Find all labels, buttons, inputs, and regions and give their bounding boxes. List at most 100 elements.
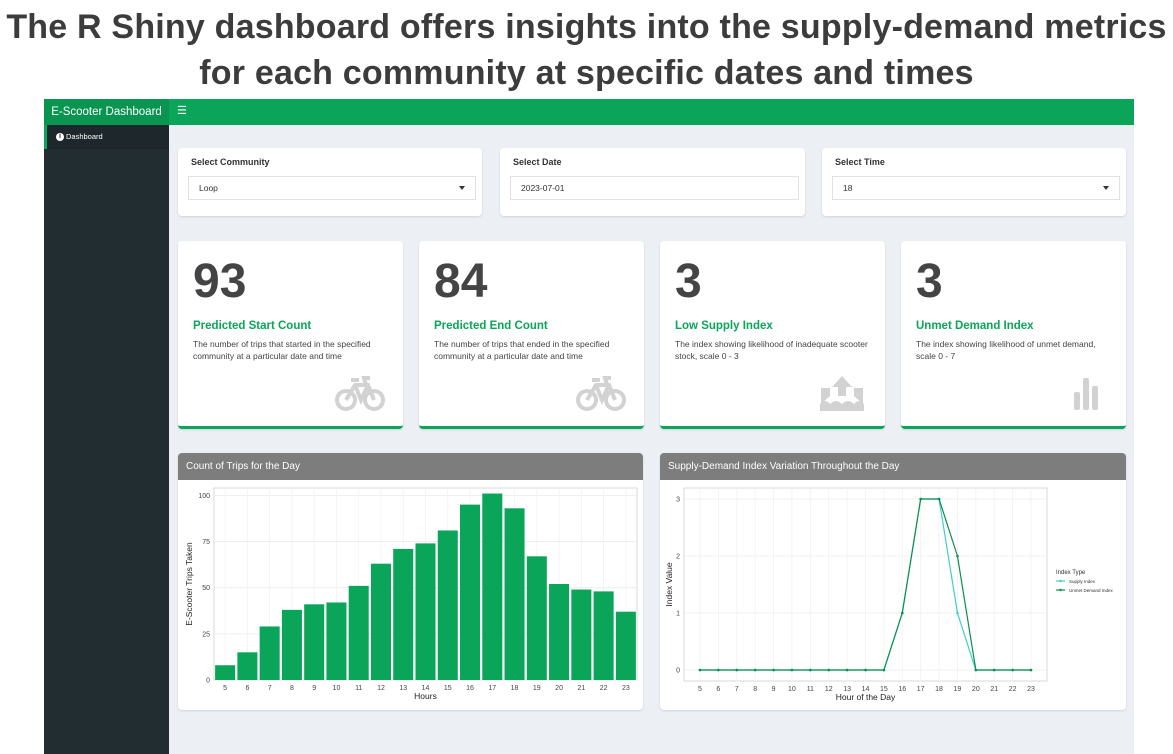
bar — [215, 665, 236, 680]
x-tick-label: 19 — [954, 686, 962, 693]
value-box-title: Unmet Demand Index — [916, 320, 1034, 332]
data-point — [882, 668, 886, 672]
time-value: 18 — [843, 183, 853, 193]
data-point — [992, 668, 996, 672]
y-tick-label: 2 — [676, 554, 680, 561]
x-tick-label: 22 — [1009, 686, 1017, 693]
bar — [571, 589, 592, 680]
y-tick-label: 0 — [206, 678, 210, 685]
x-tick-label: 6 — [245, 685, 249, 692]
y-tick-label: 3 — [676, 497, 680, 504]
date-label: Select Date — [513, 157, 562, 167]
panel-title: Supply-Demand Index Variation Throughout… — [660, 453, 1126, 480]
dashboard-app: E-Scooter Dashboard ☰ i Dashboard Select… — [44, 99, 1134, 754]
top-navbar: E-Scooter Dashboard ☰ — [44, 99, 1134, 125]
bar — [526, 556, 547, 680]
sidebar: i Dashboard — [44, 125, 169, 754]
chevron-down-icon — [459, 186, 465, 190]
index-chart-panel: Supply-Demand Index Variation Throughout… — [660, 453, 1126, 710]
value-box-number: 3 — [675, 255, 702, 308]
x-tick-label: 19 — [533, 685, 541, 692]
value-box-low-supply: 3 Low Supply Index The index showing lik… — [660, 241, 885, 429]
x-axis-label: Hour of the Day — [836, 692, 896, 702]
time-select[interactable]: 18 — [832, 176, 1120, 200]
bar — [304, 604, 325, 680]
sidebar-item-label: Dashboard — [66, 132, 103, 141]
trips-bar-chart: 02550751005 6 7 8 9 10 11 12 13 14 15 16 17 18 19 20 21 2… — [184, 487, 638, 701]
data-point — [790, 668, 794, 672]
x-tick-label: 11 — [807, 686, 814, 693]
bar — [549, 584, 570, 680]
x-tick-label: 15 — [444, 685, 452, 692]
y-tick-label: 100 — [198, 493, 210, 500]
community-filter-box: Select Community Loop — [178, 148, 482, 216]
value-box-description: The index showing likelihood of unmet de… — [916, 339, 1096, 361]
x-tick-label: 5 — [223, 685, 227, 692]
x-tick-label: 7 — [735, 686, 739, 693]
data-point — [717, 668, 720, 672]
x-tick-label: 23 — [1027, 686, 1035, 693]
bar — [370, 563, 391, 680]
date-input[interactable]: 2023-07-01 — [510, 176, 799, 200]
sidebar-item-dashboard[interactable]: i Dashboard — [44, 125, 169, 149]
legend-swatch-point — [1059, 588, 1062, 592]
value-box-end-count: 84 Predicted End Count The number of tri… — [419, 241, 644, 429]
data-point — [956, 611, 959, 615]
info-circle-icon: i — [56, 133, 64, 141]
date-filter-box: Select Date 2023-07-01 — [500, 148, 805, 216]
y-axis-label: E-Scooter Trips Taken — [184, 542, 194, 626]
main-content: Select Community Loop Select Date 2023-0… — [169, 125, 1134, 754]
value-box-description: The number of trips that started in the … — [193, 339, 371, 361]
y-tick-label: 50 — [202, 585, 210, 592]
value-box-title: Low Supply Index — [675, 320, 773, 332]
data-point — [845, 668, 849, 672]
x-tick-label: 20 — [555, 685, 563, 692]
y-axis-label: Index Value — [664, 562, 674, 607]
time-filter-box: Select Time 18 — [822, 148, 1126, 216]
data-point — [772, 668, 775, 672]
value-box-title: Predicted End Count — [434, 320, 548, 332]
x-tick-label: 5 — [698, 686, 702, 693]
legend-swatch-point — [1059, 579, 1062, 583]
hamburger-icon[interactable]: ☰ — [177, 99, 187, 125]
x-tick-label: 21 — [990, 686, 998, 693]
bar — [348, 585, 369, 680]
value-box-description: The number of trips that ended in the sp… — [434, 339, 610, 361]
brand-title[interactable]: E-Scooter Dashboard — [44, 99, 169, 125]
x-tick-label: 23 — [622, 685, 630, 692]
bar — [237, 652, 258, 680]
data-point — [1011, 668, 1014, 672]
bar — [415, 543, 436, 680]
data-point — [919, 497, 922, 501]
community-select[interactable]: Loop — [188, 176, 476, 200]
x-tick-label: 18 — [511, 685, 519, 692]
date-value: 2023-07-01 — [521, 183, 565, 193]
x-axis-label: Hours — [414, 691, 437, 701]
bar — [393, 548, 414, 680]
bar-chart-icon — [1074, 378, 1098, 410]
x-tick-label: 21 — [577, 685, 585, 692]
data-point — [827, 668, 831, 672]
x-tick-label: 8 — [290, 685, 294, 692]
x-tick-label: 17 — [917, 686, 925, 693]
bicycle-icon — [335, 376, 385, 411]
data-point — [864, 668, 867, 672]
y-tick-label: 75 — [202, 539, 210, 546]
x-tick-label: 17 — [488, 685, 496, 692]
x-tick-label: 12 — [825, 686, 833, 693]
legend-label: Unmet Demand Index — [1069, 588, 1114, 593]
value-box-description: The index showing likelihood of inadequa… — [675, 339, 868, 361]
time-label: Select Time — [835, 157, 885, 167]
x-tick-label: 20 — [972, 686, 980, 693]
chevron-down-icon — [1103, 186, 1109, 190]
legend-label: Supply Index — [1069, 579, 1096, 584]
value-box-number: 3 — [916, 255, 943, 308]
data-point — [698, 668, 702, 672]
headline-line-1: The R Shiny dashboard offers insights in… — [6, 8, 1167, 46]
upload-water-icon — [820, 376, 864, 411]
x-tick-label: 16 — [898, 686, 906, 693]
x-tick-label: 8 — [753, 686, 757, 693]
value-box-number: 93 — [193, 255, 247, 308]
headline-line-2: for each community at specific dates and… — [199, 54, 974, 92]
community-label: Select Community — [191, 157, 270, 167]
